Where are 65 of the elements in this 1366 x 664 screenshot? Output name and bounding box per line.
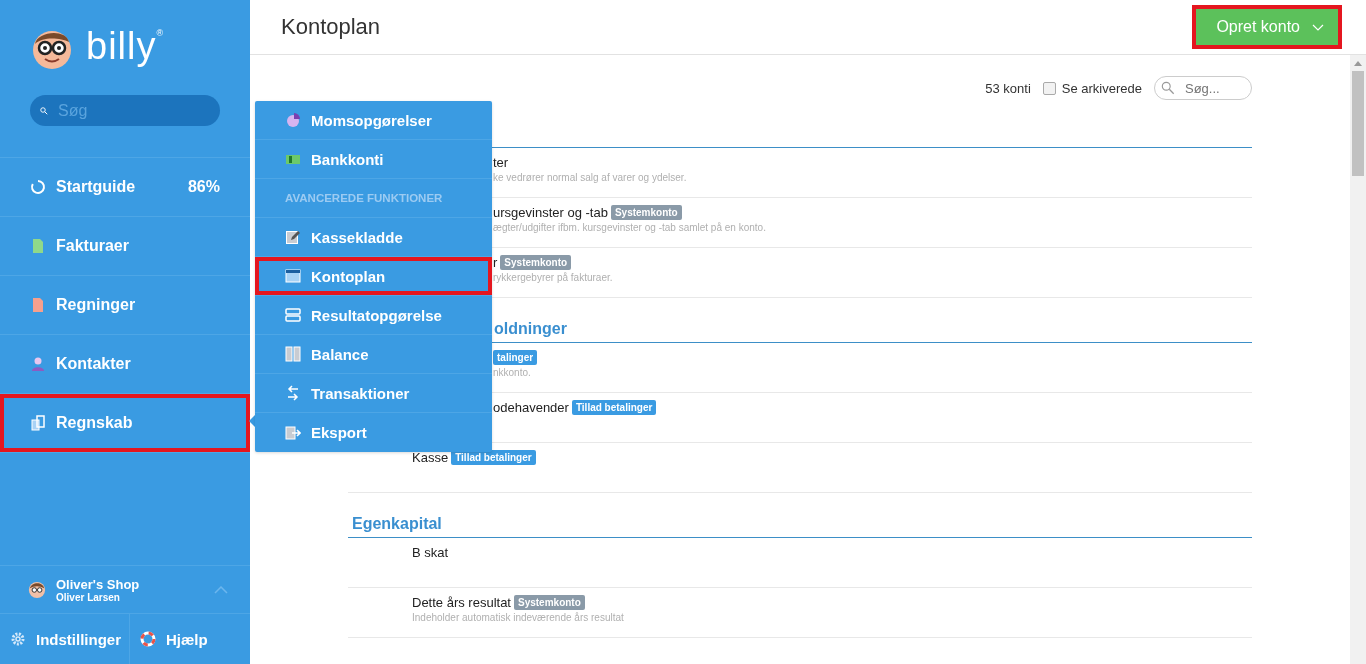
section-heading: oldninger bbox=[494, 320, 567, 338]
user-name: Oliver Larsen bbox=[56, 591, 120, 603]
menu-item[interactable]: Kassekladde bbox=[255, 218, 492, 257]
account-description: rykkergebyrer på fakturaer. bbox=[493, 272, 614, 283]
avatar-icon bbox=[28, 580, 46, 599]
pie-chart-icon bbox=[285, 112, 301, 128]
account-tag: Systemkonto bbox=[610, 205, 682, 220]
account-name: odehavender bbox=[493, 400, 569, 415]
person-icon bbox=[30, 356, 46, 372]
account-tag: Tillad betalinger bbox=[571, 400, 657, 415]
account-description: Indeholder automatisk indeværende års resultat bbox=[412, 612, 625, 623]
menu-item[interactable]: Bankkonti bbox=[255, 140, 492, 179]
menu-item[interactable]: Kontoplan bbox=[255, 257, 492, 296]
account-name: Kasse bbox=[412, 450, 449, 465]
menu-item[interactable]: Momsopgørelser bbox=[255, 101, 492, 140]
logo-text: billy bbox=[86, 24, 157, 68]
scrollbar[interactable] bbox=[1350, 55, 1366, 664]
columns-icon bbox=[285, 346, 301, 362]
scroll-up-icon bbox=[1354, 61, 1362, 66]
nav-item[interactable]: Regnskab bbox=[0, 394, 250, 453]
menu-item[interactable]: Balance bbox=[255, 335, 492, 374]
menu-item[interactable]: Resultatopgørelse bbox=[255, 296, 492, 335]
account-count: 53 konti bbox=[985, 80, 1031, 96]
chevron-up-icon bbox=[214, 585, 228, 594]
account-tag: talinger bbox=[493, 350, 538, 365]
progress-ring-icon bbox=[30, 179, 46, 195]
caret-icon bbox=[1312, 23, 1324, 31]
swap-arrows-icon bbox=[285, 385, 301, 401]
account-description: ke vedrører normal salg af varer og ydelser. bbox=[493, 172, 688, 183]
document-icon bbox=[30, 297, 46, 313]
checkbox-label: Se arkiverede bbox=[1061, 80, 1142, 96]
search-icon bbox=[1161, 81, 1175, 95]
menu-section-heading: AVANCEREDE FUNKTIONER bbox=[255, 179, 492, 218]
menu-item[interactable]: Transaktioner bbox=[255, 374, 492, 413]
search-field[interactable]: Søg bbox=[30, 95, 220, 126]
documents-icon bbox=[30, 415, 46, 431]
account-tag: Systemkonto bbox=[514, 595, 585, 610]
lifebuoy-icon bbox=[140, 631, 156, 647]
account-description: ægter/udgifter ifbm. kursgevinster og -tab samlet på en konto. bbox=[493, 222, 767, 233]
account-name: Dette års resultat bbox=[412, 595, 511, 610]
account-tag: Systemkonto bbox=[500, 255, 572, 270]
progress-percentage: 86% bbox=[187, 178, 220, 196]
page-title: Kontoplan bbox=[281, 14, 381, 40]
account-name: ursgevinster og -tab bbox=[493, 205, 608, 220]
account-name: B skat bbox=[412, 545, 449, 560]
document-icon bbox=[30, 238, 46, 254]
edit-icon bbox=[285, 229, 301, 245]
registered-mark: ® bbox=[156, 28, 164, 38]
window-icon bbox=[285, 268, 301, 284]
search-input[interactable]: Søg bbox=[56, 100, 210, 121]
account-name: ter bbox=[493, 155, 509, 170]
section-heading: Egenkapital bbox=[352, 515, 442, 533]
account-name: r bbox=[493, 255, 498, 270]
account-switcher[interactable]: Oliver's Shop Oliver Larsen bbox=[0, 565, 250, 614]
footer-link[interactable]: Hjælp bbox=[130, 614, 218, 664]
export-icon bbox=[285, 424, 301, 441]
account-description: nkkonto. bbox=[493, 367, 532, 378]
account-tag: Tillad betalinger bbox=[451, 450, 536, 465]
settings-icon bbox=[10, 631, 26, 647]
scrollbar-thumb[interactable] bbox=[1352, 71, 1364, 176]
footer-link[interactable]: Indstillinger bbox=[0, 614, 130, 664]
checkbox[interactable] bbox=[1042, 81, 1056, 95]
shop-name: Oliver's Shop bbox=[56, 576, 141, 592]
rows-icon bbox=[285, 307, 301, 323]
menu-item[interactable]: Eksport bbox=[255, 413, 492, 452]
